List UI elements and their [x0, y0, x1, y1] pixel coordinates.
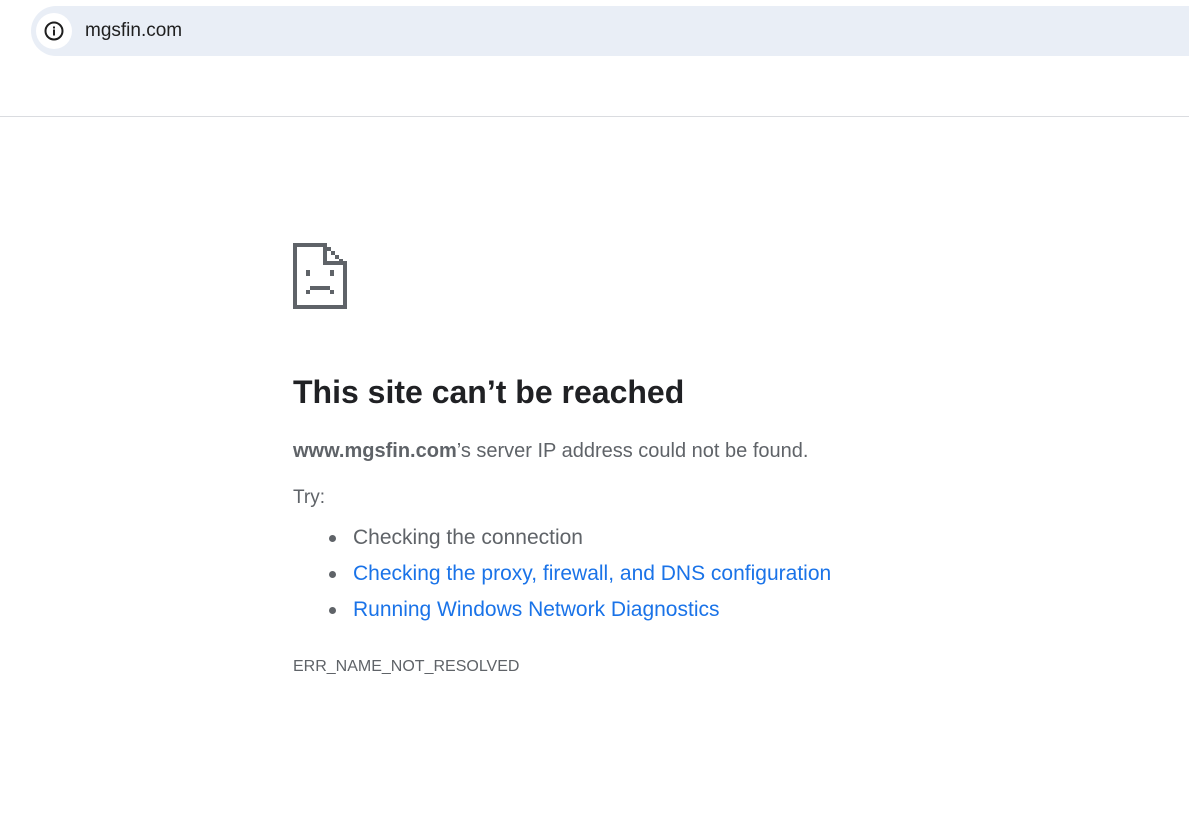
- sad-page-icon: [293, 243, 347, 309]
- address-bar[interactable]: mgsfin.com: [31, 6, 1189, 56]
- error-title: This site can’t be reached: [293, 374, 685, 410]
- network-diagnostics-link[interactable]: Running Windows Network Diagnostics: [353, 598, 720, 621]
- suggestion-check-proxy: Checking the proxy, firewall, and DNS co…: [293, 556, 953, 592]
- suggestion-check-connection: Checking the connection: [293, 520, 953, 556]
- error-page-content: This site can’t be reached www.mgsfin.co…: [293, 243, 953, 677]
- suggestions-list: Checking the connection Checking the pro…: [293, 520, 953, 628]
- url-text[interactable]: mgsfin.com: [85, 20, 182, 42]
- suggestion-label: Checking the connection: [353, 526, 583, 549]
- error-host: www.mgsfin.com: [293, 440, 457, 462]
- error-code: ERR_NAME_NOT_RESOLVED: [293, 658, 520, 675]
- info-circle-icon: [44, 21, 64, 41]
- error-summary-text: ’s server IP address could not be found.: [456, 440, 809, 462]
- bullet: [329, 607, 336, 614]
- bullet: [329, 571, 336, 578]
- toolbar-divider: [0, 116, 1189, 117]
- bullet: [329, 535, 336, 542]
- site-info-button[interactable]: [36, 13, 72, 49]
- error-summary: www.mgsfin.com’s server IP address could…: [293, 439, 953, 463]
- try-label: Try:: [293, 487, 326, 508]
- check-proxy-link[interactable]: Checking the proxy, firewall, and DNS co…: [353, 562, 831, 585]
- suggestion-network-diagnostics: Running Windows Network Diagnostics: [293, 592, 953, 628]
